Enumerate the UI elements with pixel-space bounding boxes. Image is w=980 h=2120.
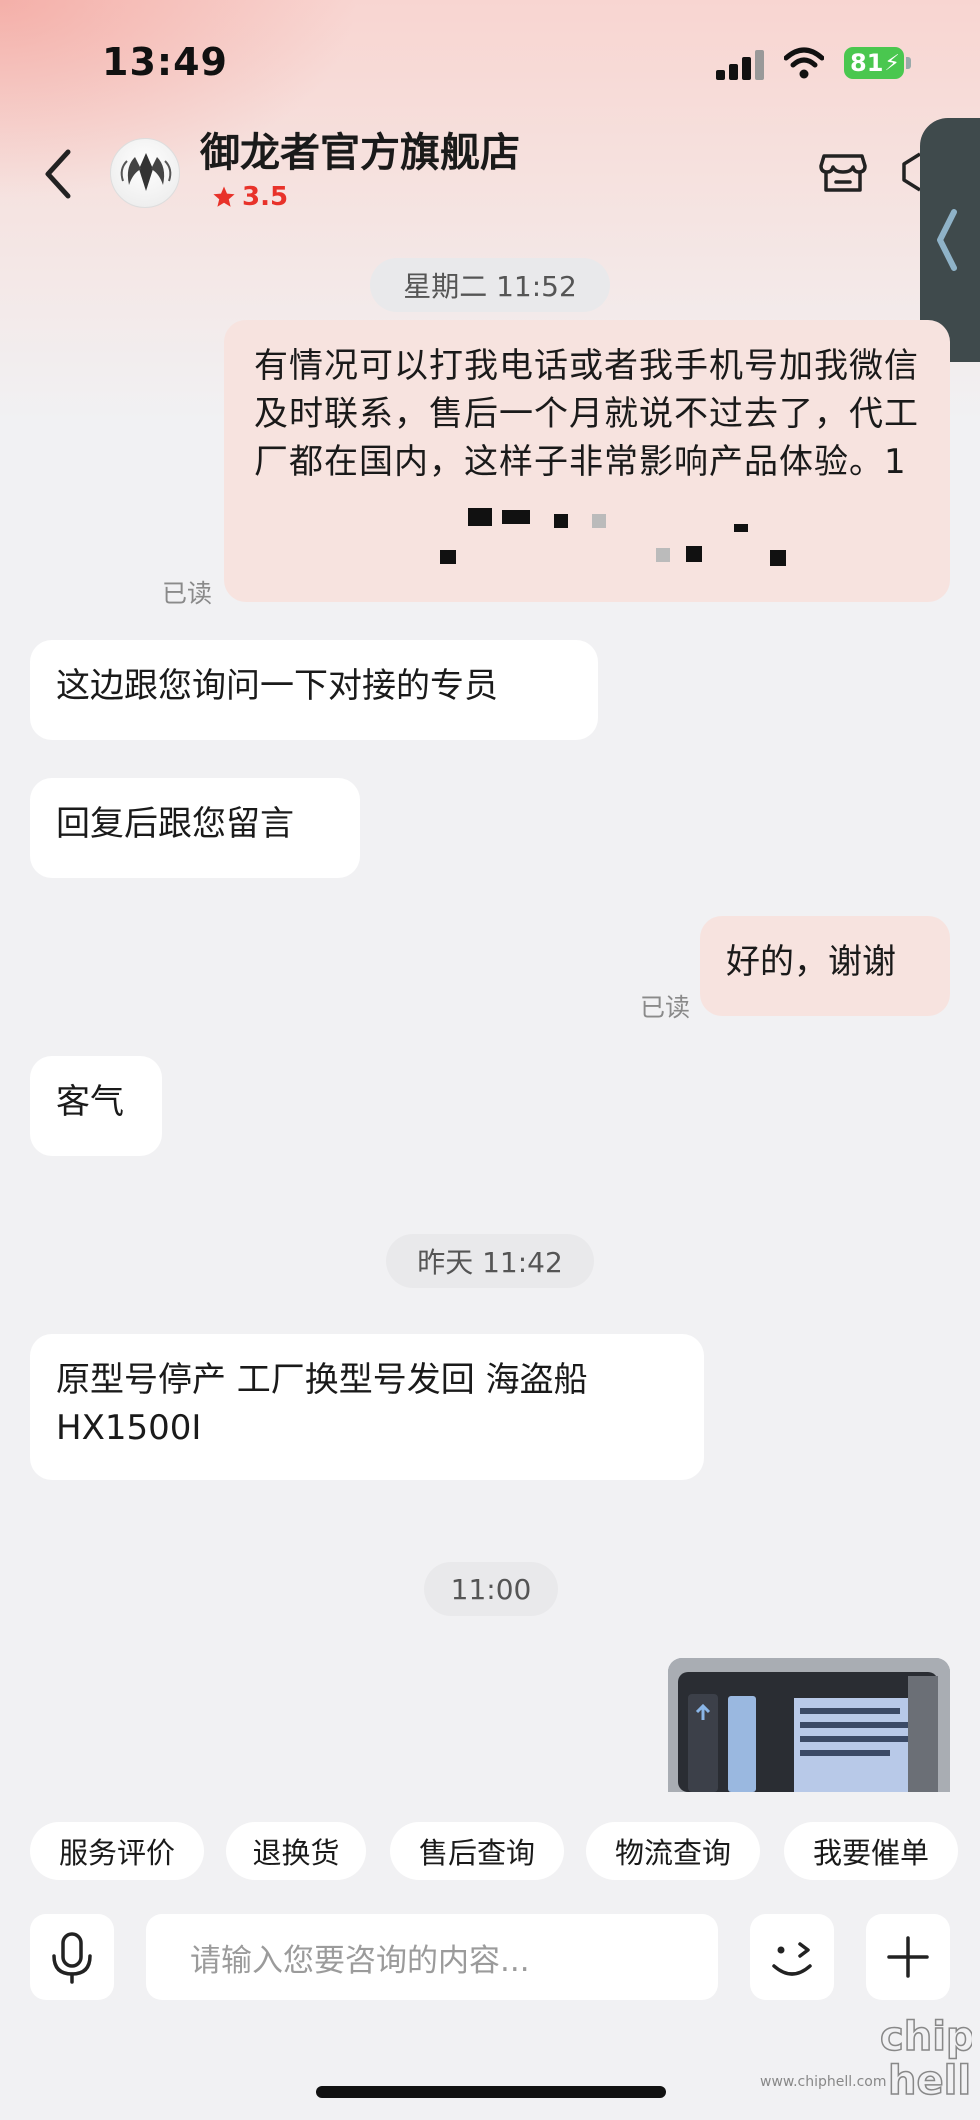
dragon-logo-icon bbox=[120, 153, 172, 191]
image-message-thumbnail[interactable] bbox=[668, 1658, 950, 1792]
svg-text:hell: hell bbox=[888, 2058, 971, 2104]
emoji-button[interactable] bbox=[750, 1914, 834, 2000]
redaction-mark bbox=[502, 510, 530, 524]
read-receipt: 已读 bbox=[640, 993, 691, 1022]
message-input-placeholder: 请输入您要咨询的内容... bbox=[190, 1942, 530, 1979]
incoming-message-bubble[interactable]: 客气 bbox=[30, 1056, 162, 1156]
redaction-mark bbox=[468, 508, 492, 526]
incoming-message-bubble[interactable]: 这边跟您询问一下对接的专员 bbox=[30, 640, 598, 740]
incoming-message-bubble[interactable]: 原型号停产 工厂换型号发回 海盗船 HX1500I bbox=[30, 1334, 704, 1480]
microphone-icon bbox=[52, 1932, 92, 1984]
redaction-mark bbox=[554, 514, 568, 528]
chevron-left-icon[interactable] bbox=[40, 146, 76, 202]
timestamp-divider: 11:00 bbox=[424, 1562, 558, 1616]
outgoing-message-bubble[interactable]: 好的，谢谢 bbox=[700, 916, 950, 1016]
quick-action-after-sales[interactable]: 售后查询 bbox=[390, 1822, 564, 1880]
more-actions-button[interactable] bbox=[866, 1914, 950, 2000]
home-indicator bbox=[316, 2086, 666, 2098]
voice-button[interactable] bbox=[30, 1914, 114, 2000]
status-time: 13:49 bbox=[102, 40, 228, 84]
quick-action-logistics[interactable]: 物流查询 bbox=[586, 1822, 760, 1880]
message-text: 好的，谢谢 bbox=[726, 942, 896, 982]
message-text: 有情况可以打我电话或者我手机号加我微信及时联系，售后一个月就说不过去了，代工厂都… bbox=[254, 346, 919, 482]
quick-action-urge-order[interactable]: 我要催单 bbox=[784, 1822, 958, 1880]
message-input[interactable]: 请输入您要咨询的内容... bbox=[146, 1914, 718, 2000]
redaction-mark bbox=[440, 550, 456, 564]
svg-text:chip: chip bbox=[880, 2014, 972, 2060]
message-text: 回复后跟您留言 bbox=[56, 804, 294, 844]
quick-action-return-exchange[interactable]: 退换货 bbox=[226, 1822, 366, 1880]
outgoing-message-bubble[interactable]: 有情况可以打我电话或者我手机号加我微信及时联系，售后一个月就说不过去了，代工厂都… bbox=[224, 320, 950, 602]
plus-icon bbox=[887, 1936, 929, 1978]
battery-level: 81 bbox=[850, 49, 884, 77]
star-icon bbox=[213, 186, 235, 207]
store-name[interactable]: 御龙者官方旗舰店 bbox=[200, 120, 520, 178]
redaction-mark bbox=[770, 550, 786, 566]
message-text: 这边跟您询问一下对接的专员 bbox=[56, 666, 498, 706]
photo-preview bbox=[668, 1658, 950, 1792]
rating-value: 3.5 bbox=[242, 182, 289, 212]
message-text: 原型号停产 工厂换型号发回 海盗船 HX1500I bbox=[56, 1360, 588, 1448]
site-logo-watermark: chip hell bbox=[879, 2013, 972, 2105]
redaction-mark bbox=[734, 524, 748, 532]
redaction-mark bbox=[656, 548, 670, 562]
timestamp-divider: 星期二 11:52 bbox=[370, 258, 610, 312]
quick-action-service-review[interactable]: 服务评价 bbox=[30, 1822, 204, 1880]
wifi-icon bbox=[784, 47, 824, 79]
read-receipt: 已读 bbox=[162, 579, 213, 608]
battery-tip bbox=[906, 57, 911, 69]
store-rating: 3.5 bbox=[212, 182, 288, 212]
store-icon[interactable] bbox=[818, 146, 868, 196]
message-text: 客气 bbox=[56, 1082, 124, 1122]
cellular-signal-icon bbox=[716, 50, 768, 80]
battery-indicator: 81 ⚡ bbox=[844, 47, 904, 79]
watermark-url: www.chiphell.com bbox=[760, 2074, 887, 2090]
timestamp-divider: 昨天 11:42 bbox=[386, 1234, 594, 1288]
wink-face-icon bbox=[772, 1942, 812, 1976]
store-avatar[interactable] bbox=[110, 138, 180, 208]
redaction-mark bbox=[592, 514, 606, 528]
redaction-mark bbox=[686, 546, 702, 562]
incoming-message-bubble[interactable]: 回复后跟您留言 bbox=[30, 778, 360, 878]
